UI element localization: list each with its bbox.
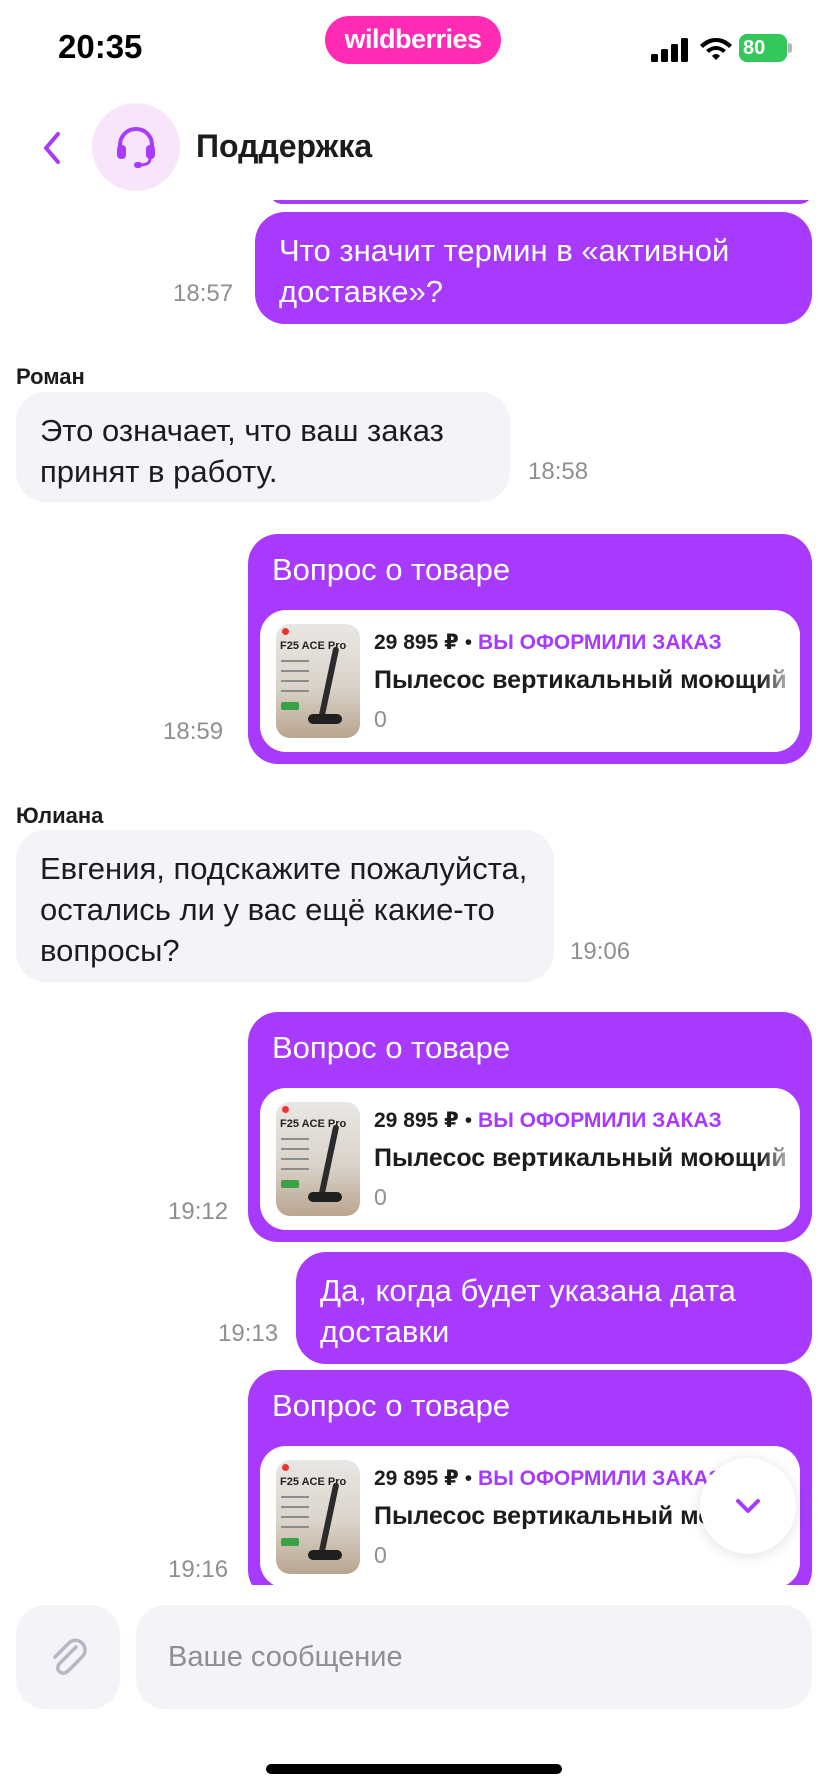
product-count: 0 (374, 706, 387, 732)
battery-level: 80 (739, 34, 787, 62)
price-line: 29 895 ₽ • ВЫ ОФОРМИЛИ ЗАКАЗ (374, 1467, 722, 1490)
paperclip-icon (53, 1638, 87, 1675)
product-price: 29 895 ₽ (374, 1467, 459, 1490)
message-time: 19:06 (570, 938, 631, 965)
price-line: 29 895 ₽ • ВЫ ОФОРМИЛИ ЗАКАЗ (374, 1109, 722, 1132)
product-image: F25 ACE Pro (276, 624, 360, 738)
order-status: ВЫ ОФОРМИЛИ ЗАКАЗ (478, 1467, 722, 1490)
card-heading: Вопрос о товаре (272, 552, 511, 587)
order-status: ВЫ ОФОРМИЛИ ЗАКАЗ (478, 1109, 722, 1132)
home-indicator[interactable] (266, 1764, 562, 1774)
product-card[interactable]: F25 ACE Pro 29 895 ₽ • ВЫ ОФОРМИЛИ ЗАКАЗ П… (260, 610, 800, 752)
message-time: 18:59 (163, 718, 224, 745)
message-text: Евгения, подскажите пожалуйста, остались… (40, 851, 528, 968)
message-time: 18:58 (528, 458, 589, 485)
message-time: 19:13 (218, 1320, 279, 1347)
sender-name: Юлиана (16, 803, 104, 828)
status-time: 20:35 (58, 28, 143, 65)
product-question-message[interactable]: Вопрос о товаре F25 ACE Pro 29 895 ₽ • ВЫ … (248, 1012, 812, 1242)
product-question-message[interactable]: Вопрос о товаре F25 ACE Pro 29 895 ₽ • ВЫ … (248, 534, 812, 764)
outgoing-message: Да, когда будет указана дата доставки (296, 1252, 812, 1364)
message-time: 18:57 (173, 280, 234, 307)
product-price: 29 895 ₽ (374, 631, 459, 654)
chevron-left-icon[interactable] (30, 118, 74, 178)
battery-icon: 80 (739, 34, 793, 62)
brand-dot (282, 1106, 289, 1113)
product-count: 0 (374, 1542, 387, 1568)
brand-dot (282, 628, 289, 635)
signal-icon (651, 38, 688, 62)
message-text: Что значит термин в «активной доставке»? (279, 233, 730, 309)
sender-name: Роман (16, 364, 85, 389)
outgoing-message: Что значит термин в «активной доставке»? (255, 212, 812, 324)
incoming-message: Это означает, что ваш заказ принят в раб… (16, 392, 510, 502)
scroll-down-button[interactable] (700, 1458, 796, 1554)
incoming-message: Евгения, подскажите пожалуйста, остались… (16, 830, 554, 982)
brand-dot (282, 1464, 289, 1471)
message-text: Да, когда будет указана дата доставки (320, 1273, 736, 1349)
price-line: 29 895 ₽ • ВЫ ОФОРМИЛИ ЗАКАЗ (374, 631, 722, 654)
message-time: 19:16 (168, 1556, 229, 1583)
message-text: Это означает, что ваш заказ принят в раб… (40, 413, 444, 489)
page-title: Поддержка (196, 128, 373, 164)
message-composer (0, 1585, 828, 1715)
product-name: Пылесос вертикальный моющий (374, 666, 787, 694)
product-count: 0 (374, 1184, 387, 1210)
message-list[interactable]: Что значит термин в «активной доставке»?… (0, 200, 828, 1585)
card-heading: Вопрос о товаре (272, 1388, 511, 1423)
message-input[interactable] (136, 1605, 812, 1709)
message-bubble-partial (270, 200, 812, 204)
attach-button[interactable] (16, 1605, 120, 1709)
status-bar: 20:35 wildberries 80 (0, 0, 828, 96)
message-time: 19:12 (168, 1198, 229, 1225)
avatar (92, 103, 180, 191)
chevron-down-icon (736, 1499, 760, 1513)
brand-logo: wildberries (325, 16, 501, 64)
card-heading: Вопрос о товаре (272, 1030, 511, 1065)
chat-header: Поддержка (0, 96, 828, 200)
battery-cap (788, 43, 792, 53)
headset-icon (117, 126, 155, 168)
wifi-icon (700, 38, 732, 60)
order-status: ВЫ ОФОРМИЛИ ЗАКАЗ (478, 631, 722, 654)
product-image: F25 ACE Pro (276, 1102, 360, 1216)
product-price: 29 895 ₽ (374, 1109, 459, 1132)
product-name: Пылесос вертикальный моющий (374, 1144, 787, 1172)
product-image: F25 ACE Pro (276, 1460, 360, 1574)
product-card[interactable]: F25 ACE Pro 29 895 ₽ • ВЫ ОФОРМИЛИ ЗАКАЗ П… (260, 1088, 800, 1230)
